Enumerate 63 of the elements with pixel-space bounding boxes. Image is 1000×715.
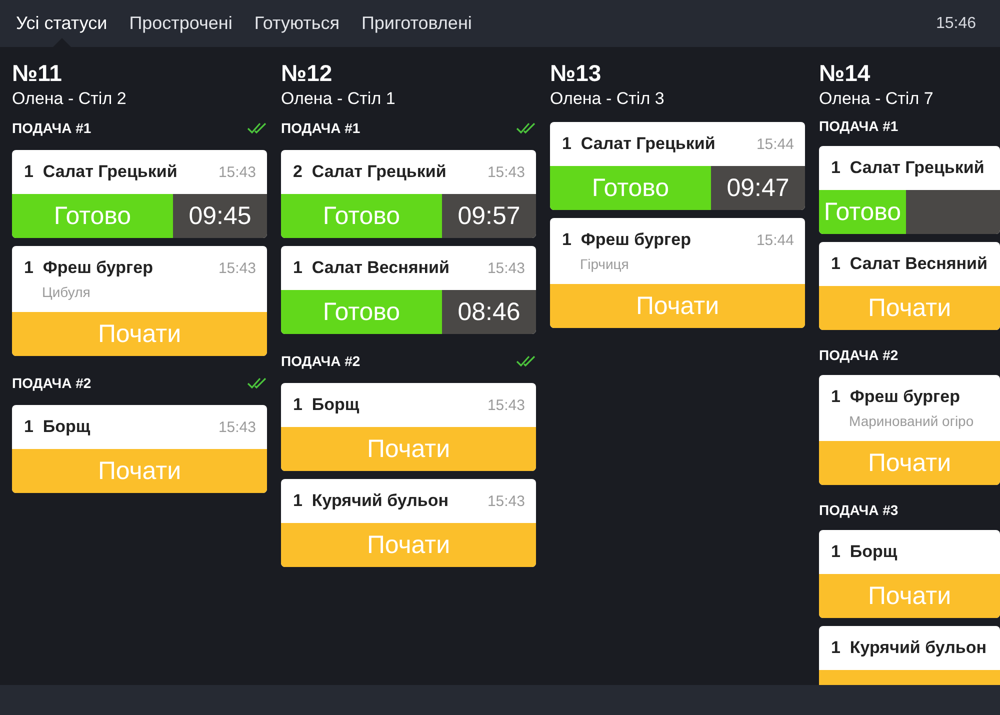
dish-note: Цибуля <box>41 284 92 302</box>
order-time: 15:43 <box>218 260 256 276</box>
course-title: ПОДАЧА #2 <box>819 347 898 363</box>
start-button[interactable]: Почати <box>12 449 267 493</box>
course-title: ПОДАЧА #2 <box>12 375 92 391</box>
order-time: 15:44 <box>756 136 794 152</box>
dish-name: 1 Фреш бургер <box>562 230 691 250</box>
dish-name: 1 Фреш бургер <box>831 387 960 407</box>
order-time: 15:43 <box>487 164 525 180</box>
start-button[interactable]: Почати <box>281 427 536 471</box>
dish-name: 1 Салат Весняний <box>293 258 450 278</box>
order-time: 15:43 <box>487 260 525 276</box>
cooking-timer: 09:45 <box>173 194 267 238</box>
dish-name: 1 Салат Грецький <box>831 158 984 178</box>
dish-name: 1 Салат Грецький <box>24 162 178 182</box>
course-title: ПОДАЧА #2 <box>281 353 360 369</box>
order-subtitle: Олена - Стіл 1 <box>281 89 396 109</box>
dish-name: 1 Салат Весняний <box>831 254 988 274</box>
course-title: ПОДАЧА #1 <box>12 120 92 136</box>
status-tab[interactable]: Усі статуси <box>5 0 118 47</box>
order-time: 15:43 <box>218 164 256 180</box>
order-subtitle: Олена - Стіл 7 <box>819 89 934 109</box>
course-title: ПОДАЧА #3 <box>819 502 898 518</box>
status-tab[interactable]: Прострочені <box>118 0 244 47</box>
dish-name: 1 Курячий бульон <box>293 491 448 511</box>
start-button[interactable]: Почати <box>550 284 805 328</box>
order-time: 15:43 <box>487 492 525 510</box>
status-tab[interactable]: Готуються <box>243 0 350 47</box>
status-tab[interactable]: Приготовлені <box>350 0 483 47</box>
done-button[interactable]: Готово <box>12 194 173 238</box>
order-subtitle: Олена - Стіл 2 <box>12 89 128 109</box>
done-button[interactable]: Готово <box>819 190 906 234</box>
start-button[interactable]: Почати <box>281 523 536 567</box>
order-number: №14 <box>819 60 872 86</box>
start-button[interactable]: Почати <box>819 441 1000 485</box>
order-number: №11 <box>12 60 63 86</box>
order-number: №12 <box>281 60 334 86</box>
start-button[interactable]: Почати <box>819 286 1000 330</box>
dish-note: Маринований огіро <box>848 413 975 431</box>
clock-time: 15:46 <box>936 14 976 32</box>
cooking-timer: 09:47 <box>711 166 805 210</box>
start-button[interactable]: Почати <box>819 574 1000 618</box>
dish-name: 1 Салат Грецький <box>562 134 716 154</box>
done-button[interactable]: Готово <box>550 166 711 210</box>
dish-name: 1 Борщ <box>24 417 90 437</box>
course-title: ПОДАЧА #1 <box>281 120 360 136</box>
done-button[interactable]: Готово <box>281 194 442 238</box>
dish-name: 1 Борщ <box>831 542 898 562</box>
cooking-timer: 08:46 <box>442 290 536 334</box>
dish-name: 2 Салат Грецький <box>293 162 446 182</box>
order-time: 15:43 <box>487 396 525 414</box>
order-time: 15:43 <box>218 418 256 436</box>
dish-name: 1 Курячий бульон <box>831 638 986 658</box>
dish-note: Гірчиця <box>579 256 630 274</box>
order-subtitle: Олена - Стіл 3 <box>550 89 666 109</box>
order-time: 15:44 <box>756 232 794 248</box>
start-button[interactable]: Почати <box>12 312 267 356</box>
course-title: ПОДАЧА #1 <box>819 118 898 134</box>
dish-name: 1 Борщ <box>293 395 360 415</box>
cooking-timer: 09:57 <box>442 194 536 238</box>
order-number: №13 <box>550 60 602 86</box>
done-button[interactable]: Готово <box>281 290 442 334</box>
dish-name: 1 Фреш бургер <box>24 258 153 278</box>
